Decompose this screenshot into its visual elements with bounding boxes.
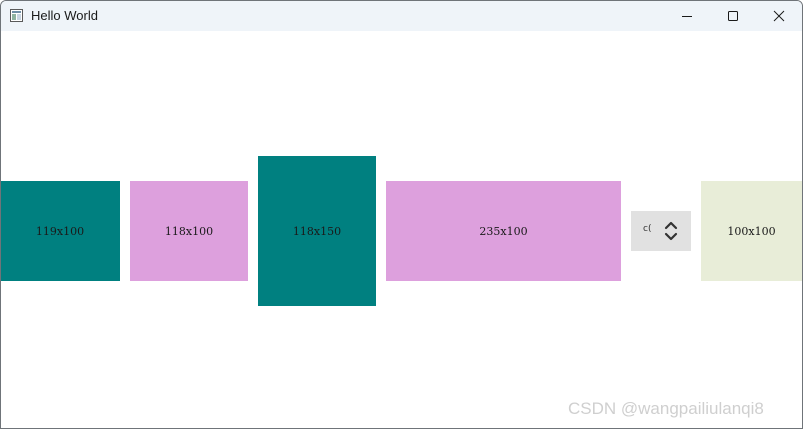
minimize-button[interactable] — [664, 1, 710, 31]
box-label: 118x100 — [164, 224, 214, 238]
teal-box-119x100: 119x100 — [1, 181, 120, 281]
minimize-icon — [682, 16, 692, 17]
box-label: 235x100 — [479, 224, 528, 238]
close-icon — [773, 10, 785, 22]
window-title: Hello World — [31, 8, 98, 23]
maximize-button[interactable] — [710, 1, 756, 31]
maximize-icon — [728, 11, 738, 21]
spinbox-value[interactable]: c( — [643, 224, 655, 234]
plum-box-118x100: 118x100 — [130, 181, 248, 281]
close-button[interactable] — [756, 1, 802, 31]
box-label: 100x100 — [727, 224, 776, 238]
watermark-text: CSDN @wangpailiulanqi8 — [568, 399, 764, 418]
spinbox[interactable]: c( — [631, 211, 691, 251]
box-label: 118x150 — [292, 224, 342, 238]
plum-box-235x100: 235x100 — [386, 181, 621, 281]
teal-box-118x150: 118x150 — [258, 156, 376, 306]
title-bar[interactable]: Hello World — [1, 1, 802, 31]
box-label: 119x100 — [35, 224, 85, 238]
app-window: Hello World 119x100 118x100 118x150 235x… — [0, 0, 803, 429]
chevron-updown-icon[interactable] — [664, 220, 678, 242]
app-icon — [10, 9, 23, 22]
beige-box-100x100: 100x100 — [701, 181, 802, 281]
